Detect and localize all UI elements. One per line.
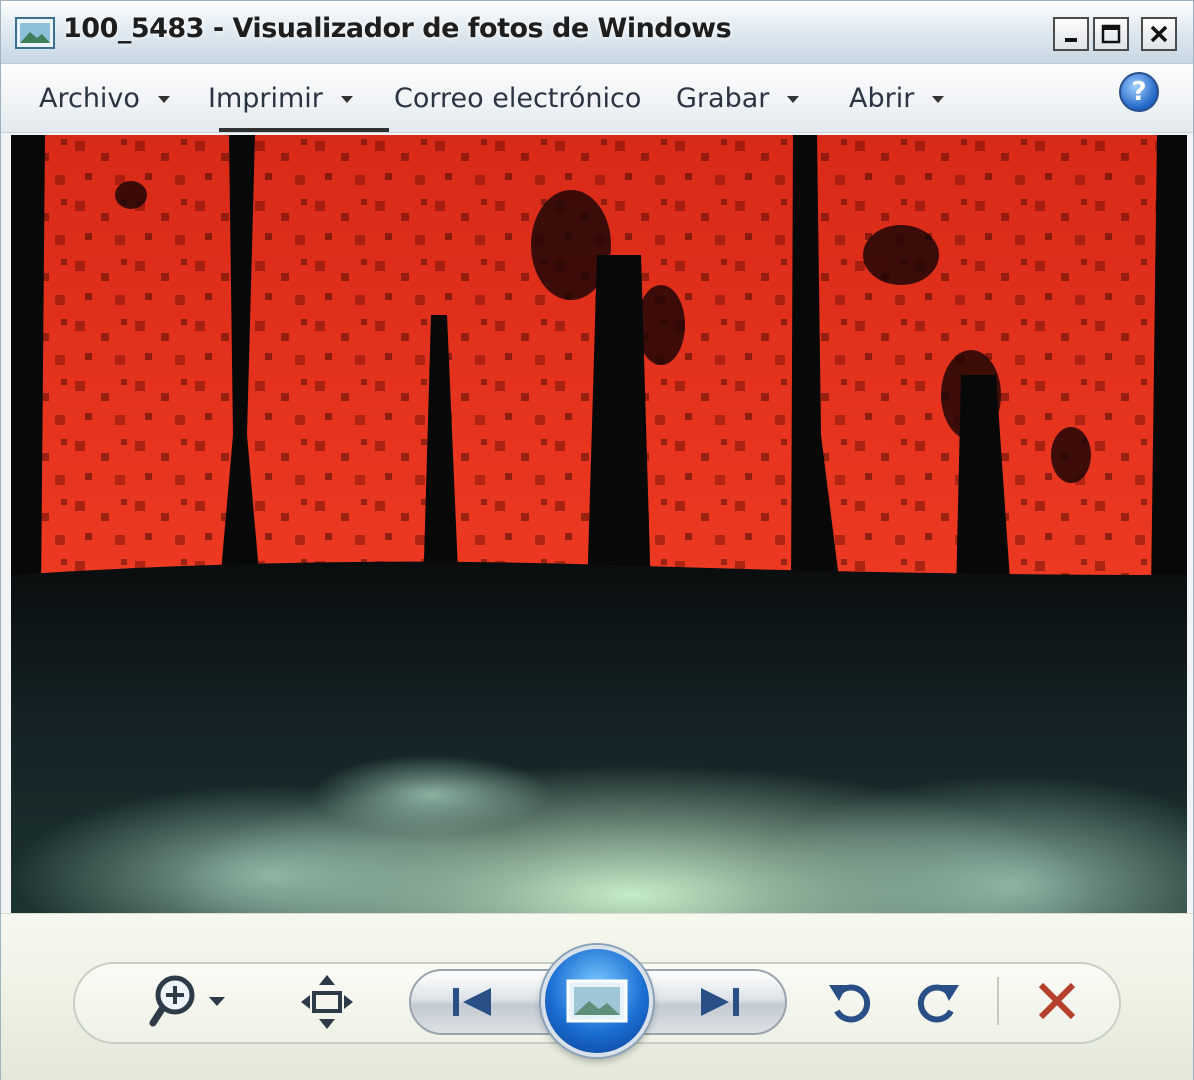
chevron-down-icon bbox=[932, 95, 945, 103]
delete-icon bbox=[1038, 982, 1076, 1020]
chevron-down-icon bbox=[340, 95, 353, 103]
rotate-clockwise-icon bbox=[917, 984, 959, 1023]
menu-correo-label: Correo electrónico bbox=[394, 82, 642, 114]
next-icon bbox=[701, 988, 739, 1016]
window-title: 100_5483 - Visualizador de fotos de Wind… bbox=[63, 13, 732, 44]
title-bar[interactable]: 100_5483 - Visualizador de fotos de Wind… bbox=[1, 1, 1193, 64]
photo-viewer-window: 100_5483 - Visualizador de fotos de Wind… bbox=[0, 0, 1194, 1080]
photo-display[interactable] bbox=[11, 135, 1187, 913]
command-bar: Archivo Imprimir Correo electrónico Grab… bbox=[1, 64, 1193, 133]
menu-imprimir[interactable]: Imprimir bbox=[208, 78, 353, 118]
actual-size-icon bbox=[301, 975, 353, 1029]
close-icon bbox=[1150, 25, 1168, 43]
menu-abrir-label: Abrir bbox=[849, 82, 915, 114]
actual-size-button[interactable] bbox=[299, 971, 355, 1033]
rotate-clockwise-button[interactable] bbox=[911, 973, 963, 1029]
next-button[interactable] bbox=[691, 979, 751, 1025]
rotate-counterclockwise-icon bbox=[829, 984, 871, 1023]
photo-viewer-app-icon bbox=[15, 17, 55, 49]
minimize-button[interactable] bbox=[1053, 17, 1089, 51]
minimize-icon bbox=[1065, 38, 1077, 42]
chevron-down-icon bbox=[787, 95, 800, 103]
previous-button[interactable] bbox=[441, 979, 501, 1025]
menu-archivo-label: Archivo bbox=[39, 82, 140, 114]
menu-grabar[interactable]: Grabar bbox=[676, 78, 800, 118]
maximize-button[interactable] bbox=[1093, 17, 1129, 51]
control-separator bbox=[997, 977, 999, 1025]
menu-divider bbox=[219, 128, 389, 132]
slideshow-button[interactable] bbox=[541, 945, 653, 1057]
help-button[interactable]: ? bbox=[1119, 72, 1159, 112]
menu-imprimir-label: Imprimir bbox=[208, 82, 323, 114]
delete-button[interactable] bbox=[1029, 971, 1085, 1031]
menu-abrir[interactable]: Abrir bbox=[849, 78, 945, 118]
maximize-icon bbox=[1101, 24, 1121, 44]
zoom-button[interactable] bbox=[149, 967, 231, 1037]
slideshow-icon bbox=[566, 979, 628, 1023]
menu-grabar-label: Grabar bbox=[676, 82, 770, 114]
rotate-counterclockwise-button[interactable] bbox=[825, 973, 877, 1029]
zoom-icon bbox=[149, 975, 225, 1027]
chevron-down-icon bbox=[157, 95, 170, 103]
close-button[interactable] bbox=[1141, 17, 1177, 51]
previous-icon bbox=[453, 988, 491, 1016]
displayed-photo bbox=[11, 135, 1187, 913]
menu-correo-electronico[interactable]: Correo electrónico bbox=[394, 78, 641, 118]
help-icon: ? bbox=[1131, 77, 1147, 107]
menu-archivo[interactable]: Archivo bbox=[39, 78, 170, 118]
